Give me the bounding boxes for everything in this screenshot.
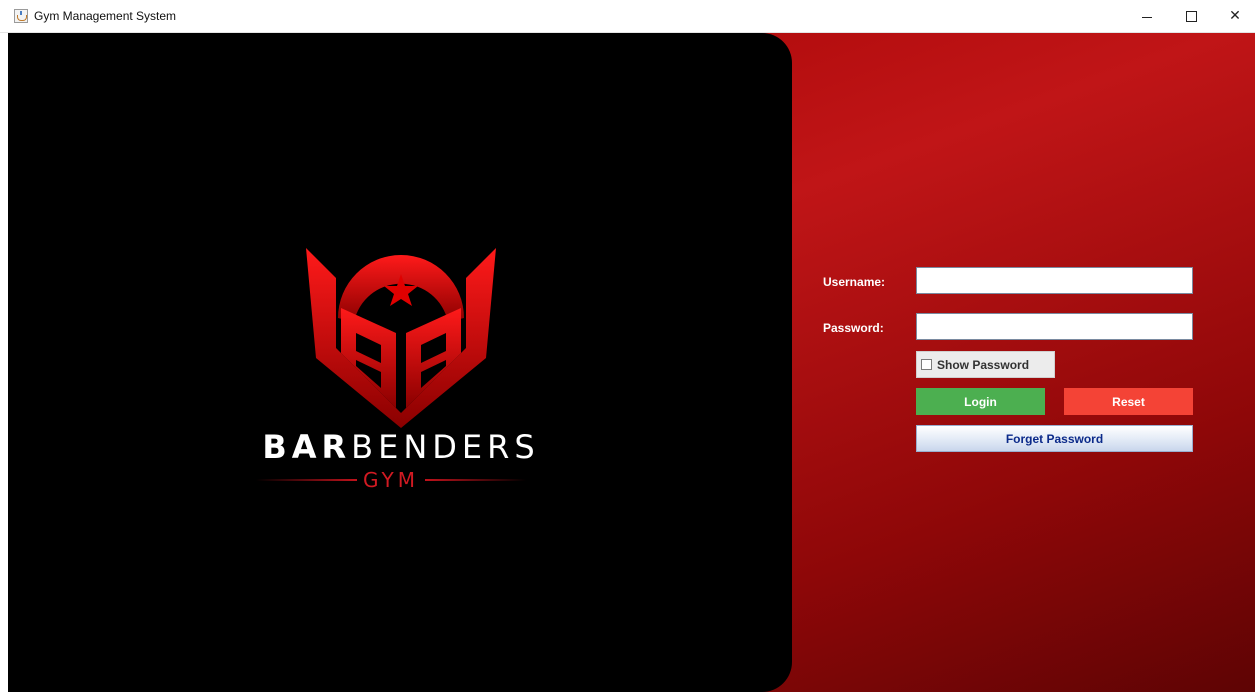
brand-name-light: BENDERS [351,428,540,466]
window-titlebar: Gym Management System ✕ [0,0,1255,33]
minimize-button[interactable] [1125,0,1169,32]
bb-shield-star-logo-icon [306,248,496,428]
show-password-label: Show Password [937,357,1030,372]
maximize-icon [1185,10,1197,22]
brand-name-bold: BAR [262,428,352,466]
brand-panel: BARBENDERS GYM [8,33,792,692]
show-password-checkbox[interactable]: Show Password [916,351,1055,378]
login-window-content: BARBENDERS GYM Username: Password: Show … [8,33,1255,692]
password-label: Password: [823,321,884,335]
username-field[interactable] [916,267,1193,294]
gym-subtitle: GYM [256,468,527,492]
reset-button[interactable]: Reset [1064,388,1193,415]
forget-password-button[interactable]: Forget Password [916,425,1193,452]
java-app-icon [14,9,28,23]
close-icon: ✕ [1229,8,1241,24]
maximize-button[interactable] [1169,0,1213,32]
gym-subtitle-text: GYM [363,468,419,492]
login-button[interactable]: Login [916,388,1045,415]
username-label: Username: [823,275,886,289]
password-field[interactable] [916,313,1193,340]
minimize-icon [1142,16,1152,18]
close-button[interactable]: ✕ [1213,0,1255,32]
gym-brand-name: BARBENDERS [236,428,566,466]
checkbox-icon[interactable] [921,359,932,370]
divider-left [256,479,358,481]
window-title: Gym Management System [34,9,177,23]
divider-right [425,479,527,481]
gym-logo: BARBENDERS GYM [236,228,566,498]
